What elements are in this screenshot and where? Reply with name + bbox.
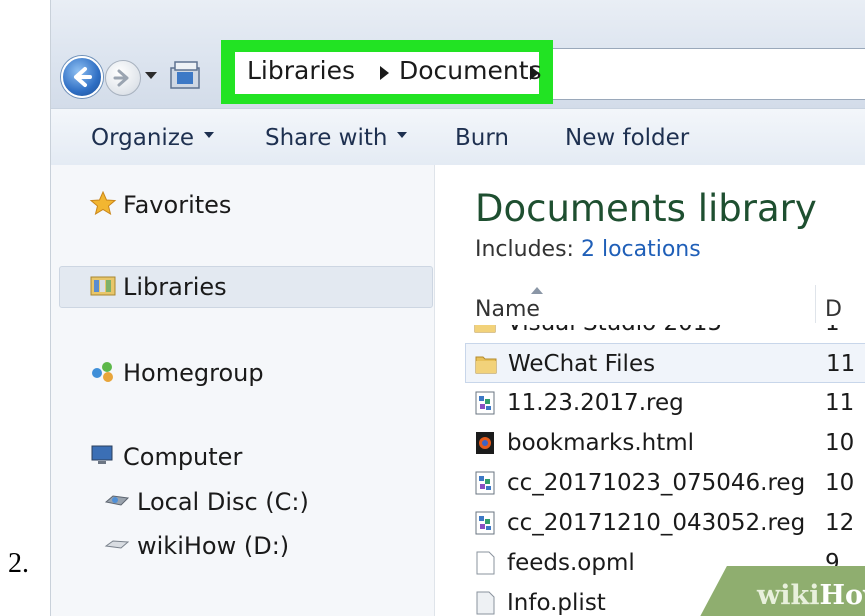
breadcrumb-separator-icon[interactable] [380,66,389,80]
file-row[interactable]: cc_20171023_075046.reg 10 [465,463,865,503]
libraries-location-icon [167,56,205,94]
back-arrow-icon [74,67,92,87]
nav-item-libraries[interactable]: Libraries [89,273,227,301]
wikihow-watermark: wikiHow [757,580,865,611]
nav-item-homegroup[interactable]: Homegroup [89,359,264,387]
file-row[interactable]: WeChat Files 11 [465,343,865,383]
file-date: 10 [825,470,855,496]
file-name: cc_20171023_075046.reg [507,470,806,496]
column-header-name[interactable]: Name [475,297,540,322]
homegroup-icon [92,362,113,382]
local-disk-icon [104,495,130,506]
folder-icon [474,351,498,377]
forward-arrow-icon [113,69,129,87]
file-name: bookmarks.html [507,430,695,456]
file-row[interactable]: 11.23.2017.reg 11 [465,383,865,423]
registry-file-icon [473,470,497,496]
organize-button[interactable]: Organize [91,125,215,151]
file-content-pane: Documents library Includes: 2 locations … [435,165,865,616]
back-button[interactable] [61,56,103,98]
nav-label: Libraries [123,273,227,301]
nav-label: Computer [123,443,243,471]
file-row[interactable]: Visual Studio 2015 1 [465,325,865,343]
library-title: Documents library [475,187,817,230]
forward-button[interactable] [105,60,141,96]
file-name: WeChat Files [508,351,656,377]
recent-pages-dropdown[interactable] [145,72,157,79]
file-name: feeds.opml [507,550,635,576]
nav-item-computer[interactable]: Computer [89,443,242,471]
libraries-icon [90,276,116,296]
computer-icon [91,445,113,464]
file-date: 1 [825,325,840,336]
html-file-icon [473,430,497,456]
plist-file-icon [473,590,497,616]
nav-item-wikihow-drive[interactable]: wikiHow (D:) [103,532,289,560]
burn-button[interactable]: Burn [455,125,509,151]
file-row[interactable]: cc_20171210_043052.reg 12 [465,503,865,543]
file-name: 11.23.2017.reg [507,390,684,416]
breadcrumb-libraries[interactable]: Libraries [247,56,355,85]
column-divider[interactable] [815,285,816,323]
command-bar: Organize Share with Burn New folder [51,108,865,166]
navigation-pane: Favorites Libraries Homegroup Computer L… [51,165,435,616]
nav-item-local-disc[interactable]: Local Disc (C:) [103,488,309,516]
nav-label: Favorites [123,191,232,219]
nav-item-favorites[interactable]: Favorites [89,191,231,219]
folder-icon [473,325,497,336]
locations-link[interactable]: 2 locations [581,237,701,262]
star-icon [89,191,117,215]
new-folder-button[interactable]: New folder [565,125,689,151]
breadcrumb-expand-icon[interactable] [530,66,539,80]
column-header-date[interactable]: D [825,297,842,322]
share-with-button[interactable]: Share with [265,125,408,151]
file-name: cc_20171210_043052.reg [507,510,806,536]
registry-file-icon [473,510,497,536]
file-date: 10 [825,430,855,456]
chevron-down-icon [397,131,408,138]
explorer-window: Libraries Documents Organize Share with … [50,0,865,616]
file-name: Visual Studio 2015 [507,325,722,336]
chevron-down-icon [204,131,215,138]
file-date: 11 [825,390,855,416]
breadcrumb-documents[interactable]: Documents [399,56,542,85]
nav-label: Homegroup [123,359,264,387]
share-with-label: Share with [265,125,388,151]
library-includes: Includes: 2 locations [475,237,701,262]
includes-label: Includes: [475,237,574,262]
nav-label: wikiHow (D:) [137,532,290,560]
file-row[interactable]: bookmarks.html 10 [465,423,865,463]
file-date: 12 [825,510,855,536]
sort-ascending-icon [531,287,543,294]
file-date: 11 [826,351,856,377]
registry-file-icon [473,390,497,416]
nav-label: Local Disc (C:) [137,488,309,516]
address-bar-area: Libraries Documents [51,0,865,108]
file-name: Info.plist [507,590,606,616]
blank-file-icon [473,550,497,576]
drive-icon [104,540,130,549]
column-header-row: Name D [465,285,865,323]
step-number: 2. [8,548,29,579]
organize-label: Organize [91,125,195,151]
